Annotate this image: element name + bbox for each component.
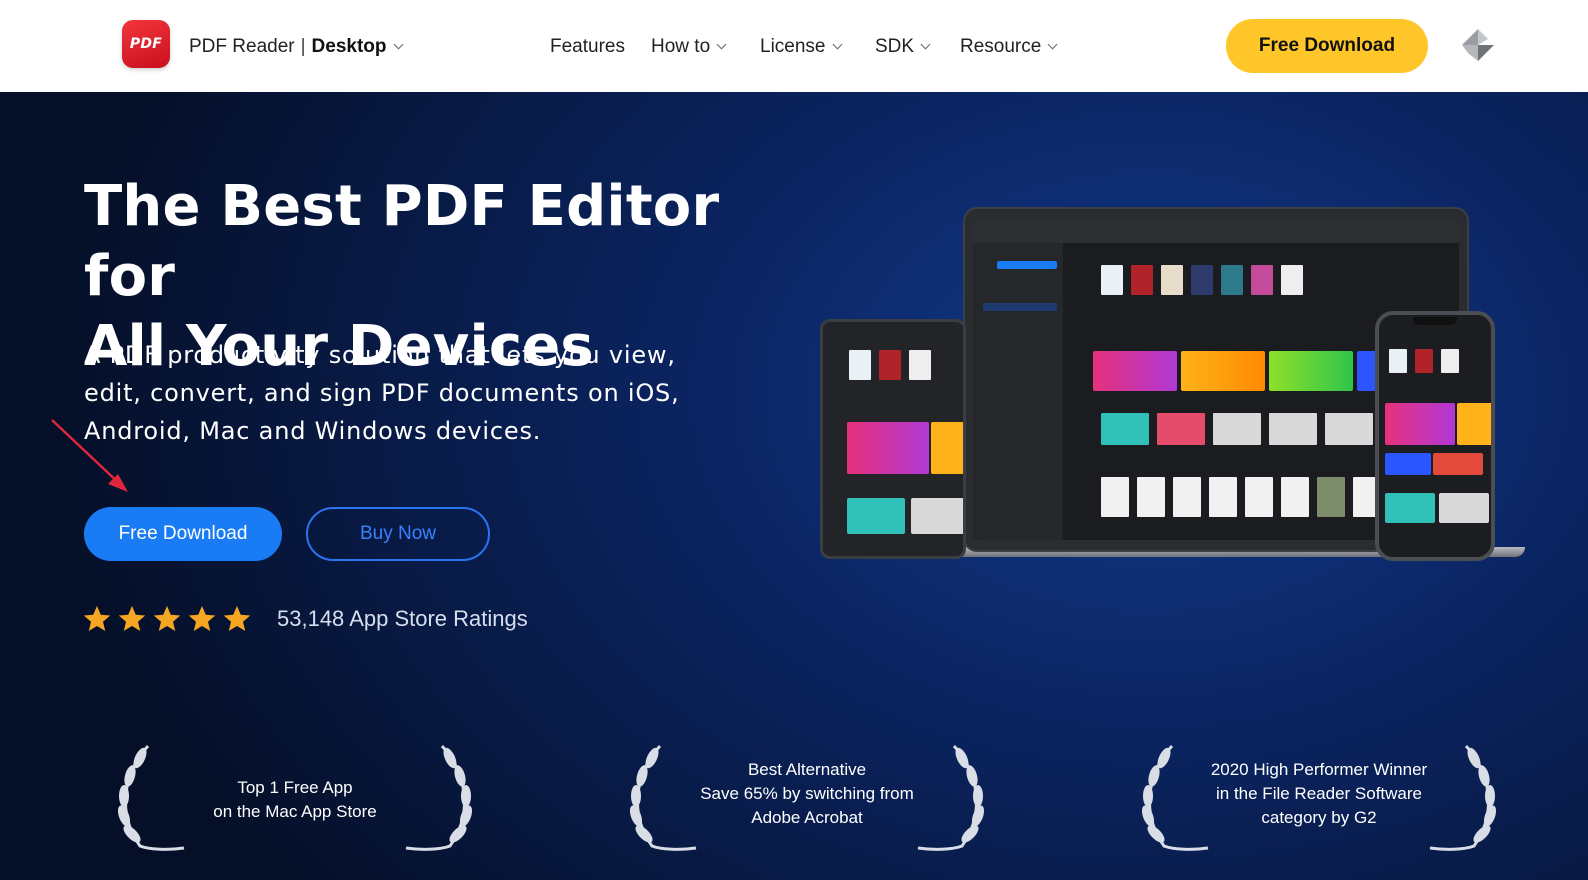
header-free-download-button[interactable]: Free Download [1226,19,1428,73]
tablet-documents [849,350,939,380]
award-line: on the Mac App Store [213,802,377,821]
star-icon [188,605,216,631]
nav-how-to[interactable]: How to [651,36,727,58]
award-text: 2020 High Performer Winner in the File R… [1204,758,1434,830]
nav-label: Features [550,36,625,57]
recent-documents [1101,265,1311,295]
star-icon [153,605,181,631]
award-line: Adobe Acrobat [751,808,863,827]
hero-subtitle-line: Android, Mac and Windows devices. [84,417,542,445]
nav-license[interactable]: License [760,36,842,58]
nav-features[interactable]: Features [550,36,625,58]
award-mac-app-store: Top 1 Free App on the Mac App Store [110,742,480,862]
nav-label: License [760,36,826,57]
award-line: Best Alternative [747,760,867,779]
app-sidebar [973,243,1063,540]
hero-subtitle-line: edit, convert, and sign PDF documents on… [84,379,680,407]
laurel-left-icon [629,744,697,851]
laurel-left-icon [117,744,185,851]
tablet-mockup [820,319,966,559]
award-g2-high-performer: 2020 High Performer Winner in the File R… [1134,742,1504,862]
laurel-right-icon [1429,744,1497,851]
site-header: PDF PDF Reader | Desktop Features How to… [0,0,1588,92]
pdf-reader-logo-icon[interactable]: PDF [122,20,170,68]
hero-subtitle: A PDF productivity solution that lets yo… [84,336,764,450]
star-icon [223,605,251,631]
nav-sdk[interactable]: SDK [875,36,931,58]
award-text: Best Alternative Save 65% by switching f… [692,758,922,830]
device-mockups [820,207,1530,567]
brand-product: Desktop [311,36,387,57]
chevron-down-icon [1047,39,1058,50]
award-line: Top 1 Free App [237,778,353,797]
award-line: in the File Reader Software [1216,784,1422,803]
buy-now-button[interactable]: Buy Now [306,507,490,561]
chevron-down-icon [393,39,403,50]
star-icon [83,605,111,631]
hero-subtitle-line: A PDF productivity solution that lets yo… [84,341,676,369]
laurel-right-icon [917,744,985,851]
award-adobe-alternative: Best Alternative Save 65% by switching f… [622,742,992,862]
rating-stars [82,604,257,634]
logo-text: PDF [129,36,163,52]
award-line: 2020 High Performer Winner [1210,760,1428,779]
laurel-left-icon [1141,744,1209,851]
star-icon [118,605,146,631]
award-text: Top 1 Free App on the Mac App Store [180,776,410,824]
product-switcher[interactable]: PDF Reader | Desktop [189,36,403,58]
brand-name: PDF Reader [189,36,295,57]
chevron-down-icon [832,39,842,50]
hero-section: The Best PDF Editor for All Your Devices… [0,92,1588,880]
nav-label: How to [651,36,711,57]
phone-documents [1389,349,1467,373]
chevron-down-icon [716,39,727,50]
free-download-button[interactable]: Free Download [84,507,282,561]
nav-resource[interactable]: Resource [960,36,1058,58]
app-store-ratings: 53,148 App Store Ratings [277,606,528,631]
tool-cards [1101,413,1381,445]
award-line: category by G2 [1261,808,1377,827]
chevron-down-icon [920,39,931,50]
hero-title-line: The Best PDF Editor for [84,174,720,309]
phone-mockup [1375,311,1495,561]
nav-label: Resource [960,36,1042,57]
award-line: Save 65% by switching from [700,784,914,803]
laurel-right-icon [405,744,473,851]
kdan-logo-icon[interactable] [1460,27,1496,63]
app-toolbar [973,221,1459,243]
nav-label: SDK [875,36,915,57]
annotation-arrow-icon [51,419,128,492]
brand-separator: | [300,36,306,57]
